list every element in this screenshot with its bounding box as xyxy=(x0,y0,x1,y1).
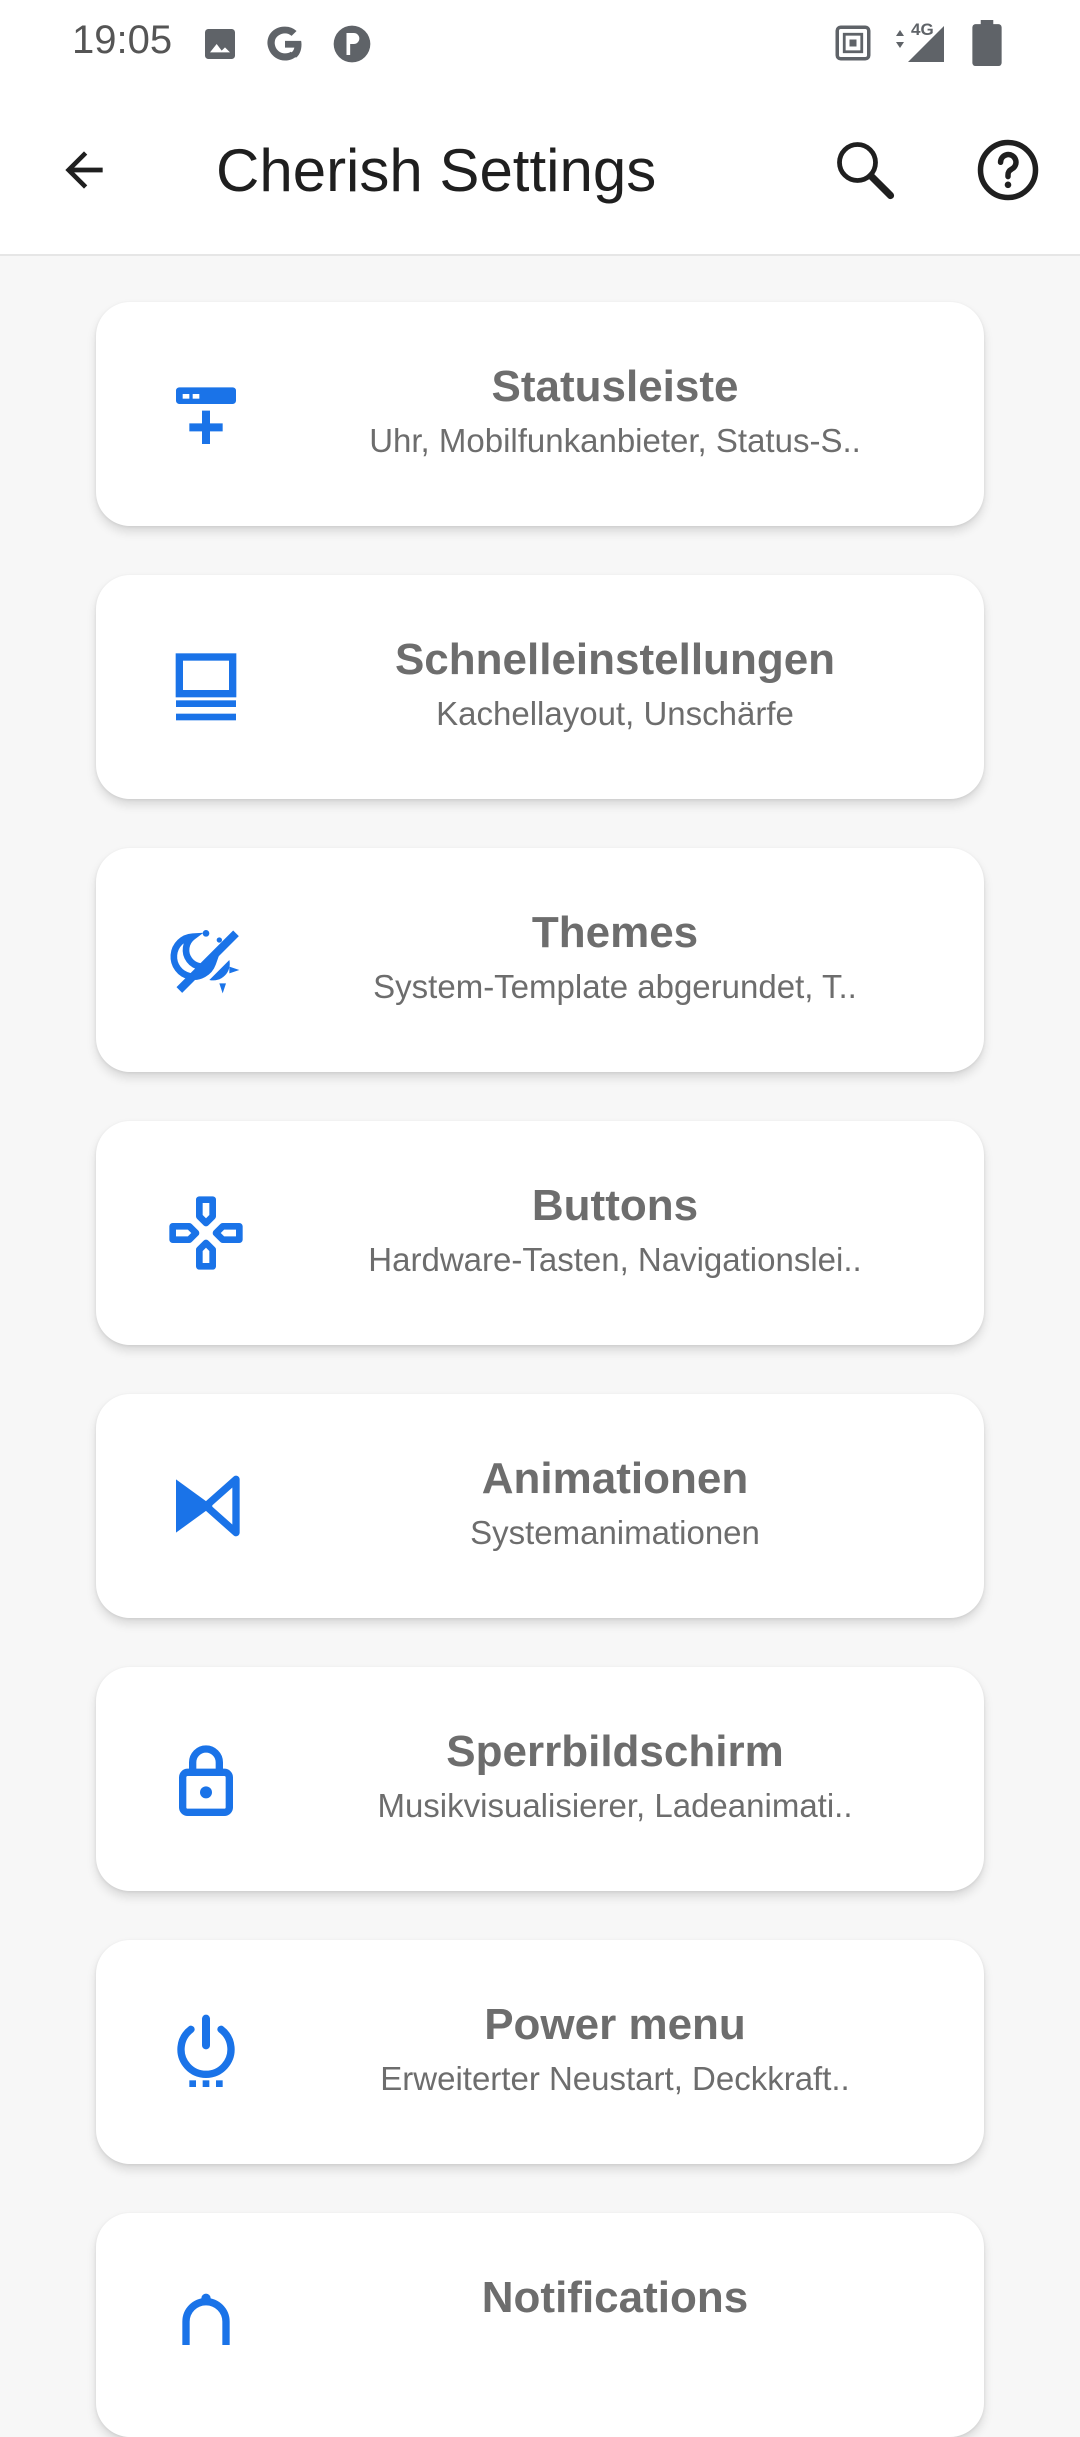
lock-icon xyxy=(179,1745,233,1816)
search-button[interactable] xyxy=(815,120,915,220)
card-animationen[interactable]: Animationen Systemanimationen xyxy=(96,1394,984,1618)
card-text: Sperrbildschirm Musikvisualisierer, Lade… xyxy=(246,1727,984,1825)
app-bar: Cherish Settings xyxy=(0,84,1080,256)
card-schnelleinstellungen[interactable]: Schnelleinstellungen Kachellayout, Unsch… xyxy=(96,575,984,799)
card-title: Buttons xyxy=(531,1181,699,1230)
battery-icon xyxy=(972,20,1002,66)
card-title: Power menu xyxy=(484,2000,746,2049)
gamepad-icon xyxy=(169,1196,243,1270)
status-bar: 19:05 4G xyxy=(0,0,1080,84)
card-notifications[interactable]: Notifications xyxy=(96,2213,984,2437)
card-subtitle: Hardware-Tasten, Navigationslei.. xyxy=(368,1241,862,1278)
card-themes[interactable]: Themes System-Template abgerundet, T.. xyxy=(96,848,984,1072)
card-text: Themes System-Template abgerundet, T.. xyxy=(246,908,984,1006)
notification-icon xyxy=(182,2293,230,2345)
page-title: Cherish Settings xyxy=(216,137,657,204)
card-title: Animationen xyxy=(481,1454,749,1503)
card-text: Notifications xyxy=(246,2273,984,2333)
card-sperrbildschirm[interactable]: Sperrbildschirm Musikvisualisierer, Lade… xyxy=(96,1667,984,1891)
nfc-icon xyxy=(835,25,871,61)
card-text: Buttons Hardware-Tasten, Navigationslei.… xyxy=(246,1181,984,1279)
power-icon xyxy=(177,2014,235,2087)
animation-icon xyxy=(176,1475,240,1537)
card-subtitle: Systemanimationen xyxy=(470,1514,760,1551)
card-text: Animationen Systemanimationen xyxy=(246,1454,984,1552)
card-subtitle: Erweiterter Neustart, Deckkraft.. xyxy=(380,2060,850,2097)
card-power-menu[interactable]: Power menu Erweiterter Neustart, Deckkra… xyxy=(96,1940,984,2164)
card-subtitle: Uhr, Mobilfunkanbieter, Status-S.. xyxy=(369,422,861,459)
card-title: Statusleiste xyxy=(491,362,739,411)
card-title: Schnelleinstellungen xyxy=(394,635,836,684)
card-text: Power menu Erweiterter Neustart, Deckkra… xyxy=(246,2000,984,2098)
statusbar-icon xyxy=(176,387,236,444)
back-button[interactable] xyxy=(34,120,134,220)
card-buttons[interactable]: Buttons Hardware-Tasten, Navigationslei.… xyxy=(96,1121,984,1345)
card-subtitle: Kachellayout, Unschärfe xyxy=(436,695,794,732)
card-text: Schnelleinstellungen Kachellayout, Unsch… xyxy=(246,635,984,733)
card-subtitle: System-Template abgerundet, T.. xyxy=(373,968,857,1005)
search-icon xyxy=(837,142,895,200)
card-title: Notifications xyxy=(481,2273,749,2322)
card-statusleiste[interactable]: Statusleiste Uhr, Mobilfunkanbieter, Sta… xyxy=(96,302,984,526)
card-title: Themes xyxy=(531,908,699,957)
gallery-icon xyxy=(205,29,235,59)
app-status-icon xyxy=(333,25,371,63)
card-subtitle: Musikvisualisierer, Ladeanimati.. xyxy=(377,1787,853,1824)
help-icon xyxy=(977,139,1039,201)
theme-icon xyxy=(170,930,240,994)
card-title: Sperrbildschirm xyxy=(446,1727,784,1776)
network-type-label: 4G xyxy=(911,20,934,39)
back-arrow-icon xyxy=(65,151,103,189)
help-button[interactable] xyxy=(958,120,1058,220)
quick-settings-icon xyxy=(175,653,237,721)
status-time: 19:05 xyxy=(72,18,173,62)
google-icon xyxy=(267,26,302,61)
card-text: Statusleiste Uhr, Mobilfunkanbieter, Sta… xyxy=(246,362,984,460)
